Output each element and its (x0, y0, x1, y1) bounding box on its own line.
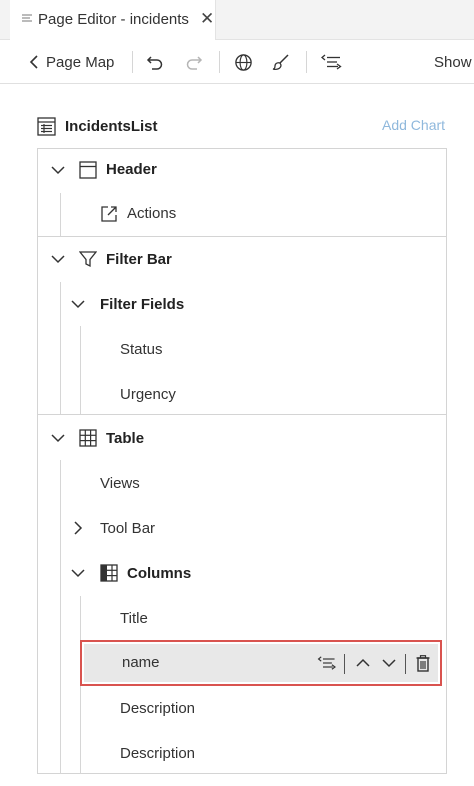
toolbar: Page Map Show (0, 40, 474, 84)
tree-node-label: Title (120, 609, 148, 627)
outline-title: IncidentsList (37, 114, 158, 138)
chevron-left-icon (29, 55, 38, 69)
tree-guide (80, 326, 81, 414)
tree-node-label: Table (106, 430, 145, 447)
tree-node-label: Filter Bar (106, 251, 172, 268)
brush-icon (272, 54, 289, 71)
tree-node-label: Description (120, 744, 196, 762)
undo-button[interactable] (146, 40, 164, 84)
toolbar-divider (219, 51, 220, 73)
tree-node-views[interactable]: Views (100, 461, 440, 505)
tree-node-status[interactable]: Status (120, 327, 440, 371)
action-divider (344, 654, 345, 674)
filter-icon (79, 251, 97, 268)
tree-node-actions[interactable]: Actions (100, 192, 440, 236)
undo-icon (146, 56, 163, 70)
tree-node-label: Header (106, 161, 157, 178)
tree-guide (60, 282, 61, 414)
page-map-label: Page Map (46, 53, 115, 71)
action-divider (405, 654, 406, 674)
delete-button[interactable] (410, 644, 436, 682)
tab-title: Page Editor - incidents (38, 11, 189, 28)
page-map-button[interactable]: Page Map (28, 40, 114, 84)
chevron-down-icon[interactable] (70, 298, 86, 310)
tree-node-columns[interactable]: Columns (68, 551, 447, 595)
tree-node-label: Tool Bar (100, 520, 156, 537)
tree-node-label: Filter Fields (100, 296, 185, 313)
show-label: Show (434, 53, 472, 71)
move-up-button[interactable] (350, 644, 376, 682)
chevron-up-icon (356, 658, 370, 667)
selected-row-highlight: name (84, 644, 438, 682)
chevron-right-icon[interactable] (72, 520, 84, 536)
tree-node-column-description[interactable]: Description (120, 686, 440, 730)
chevron-down-icon[interactable] (70, 567, 86, 579)
tree-guide (60, 193, 61, 236)
tree-node-label: Urgency (120, 385, 176, 403)
add-chart-link[interactable]: Add Chart (382, 117, 445, 133)
tree-node-label: Views (100, 474, 140, 492)
translate-button[interactable] (234, 40, 253, 84)
tab-strip: Page Editor - incidents ✕ (0, 0, 474, 40)
close-icon[interactable]: ✕ (200, 10, 214, 28)
page-title: IncidentsList (65, 117, 158, 135)
chevron-down-icon[interactable] (50, 253, 66, 265)
tree-node-label: Columns (127, 565, 192, 582)
outline-icon (317, 656, 336, 670)
list-report-icon (37, 116, 56, 136)
globe-icon (235, 53, 252, 71)
show-button[interactable]: Show (434, 40, 472, 84)
tree-node-filter-bar[interactable]: Filter Bar (48, 237, 447, 281)
outline-action-button[interactable] (312, 644, 342, 682)
toolbar-divider (132, 51, 133, 73)
tree-node-filter-fields[interactable]: Filter Fields (68, 282, 447, 326)
chevron-down-icon (382, 659, 396, 668)
document-lines-icon (22, 14, 32, 22)
trash-icon (416, 654, 430, 672)
tree-node-label: Actions (127, 205, 177, 222)
tree-guide (60, 460, 61, 774)
tree-node-label: Description (120, 699, 196, 717)
tree-node-column-name-selected[interactable]: name (80, 640, 442, 686)
chevron-down-icon[interactable] (50, 164, 66, 176)
tree-node-header[interactable]: Header (48, 148, 447, 192)
tab-page-editor[interactable]: Page Editor - incidents ✕ (10, 0, 216, 40)
outline-icon (321, 54, 342, 70)
tree-node-urgency[interactable]: Urgency (120, 372, 440, 416)
toolbar-divider (306, 51, 307, 73)
chevron-down-icon[interactable] (50, 432, 66, 444)
tree-node-label: name (122, 654, 160, 671)
redo-button[interactable] (185, 40, 203, 84)
move-down-button[interactable] (376, 644, 402, 682)
redo-icon (186, 56, 203, 70)
theme-button[interactable] (272, 40, 290, 84)
header-icon (79, 161, 97, 179)
tree-node-tool-bar[interactable]: Tool Bar (68, 506, 447, 550)
tree-node-column-description[interactable]: Description (120, 731, 440, 775)
tree-node-table[interactable]: Table (48, 416, 447, 460)
table-icon (79, 429, 97, 447)
tree-node-label: Status (120, 340, 163, 358)
external-link-icon (101, 206, 117, 222)
outline-view-button[interactable] (321, 40, 342, 84)
tree-node-column-title[interactable]: Title (120, 596, 440, 640)
columns-icon (100, 564, 118, 582)
